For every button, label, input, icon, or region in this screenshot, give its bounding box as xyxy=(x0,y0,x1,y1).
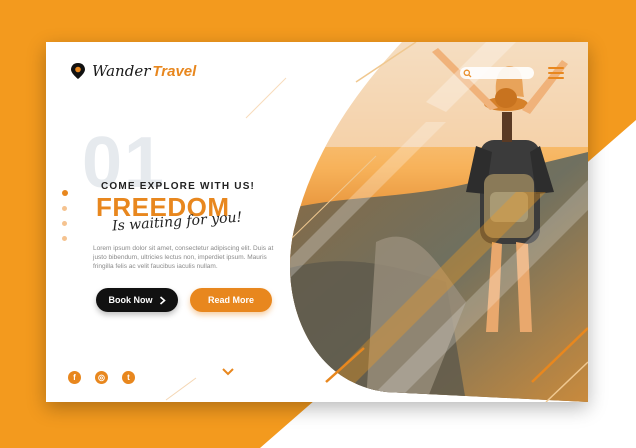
slide-pagination xyxy=(62,190,68,251)
book-now-label: Book Now xyxy=(108,295,153,305)
chevron-right-icon xyxy=(159,295,166,305)
slide-eyebrow: COME EXPLORE WITH US! xyxy=(101,181,256,192)
read-more-label: Read More xyxy=(207,295,254,305)
hamburger-menu-icon[interactable] xyxy=(548,67,564,79)
social-links: f ◎ t xyxy=(68,371,135,384)
book-now-button[interactable]: Book Now xyxy=(96,288,178,312)
slide-paragraph: Lorem ipsum dolor sit amet, consectetur … xyxy=(93,245,274,270)
pagination-dot-active[interactable] xyxy=(62,190,68,196)
search-input[interactable] xyxy=(460,67,534,79)
location-pin-icon xyxy=(71,63,85,79)
chevron-down-icon[interactable] xyxy=(221,367,235,377)
instagram-icon[interactable]: ◎ xyxy=(95,371,108,384)
brand-name-part2: Travel xyxy=(152,62,197,80)
read-more-button[interactable]: Read More xyxy=(190,288,272,312)
landing-card: Wander Travel 01 COME EXPLORE WITH US! F… xyxy=(46,42,588,402)
pagination-dot[interactable] xyxy=(62,221,67,226)
brand-name-part1: Wander xyxy=(92,62,151,80)
facebook-icon[interactable]: f xyxy=(68,371,81,384)
brand-logo[interactable]: Wander Travel xyxy=(70,62,196,80)
pagination-dot[interactable] xyxy=(62,206,67,211)
search-icon xyxy=(463,69,472,77)
twitter-icon[interactable]: t xyxy=(122,371,135,384)
pagination-dot[interactable] xyxy=(62,236,67,241)
